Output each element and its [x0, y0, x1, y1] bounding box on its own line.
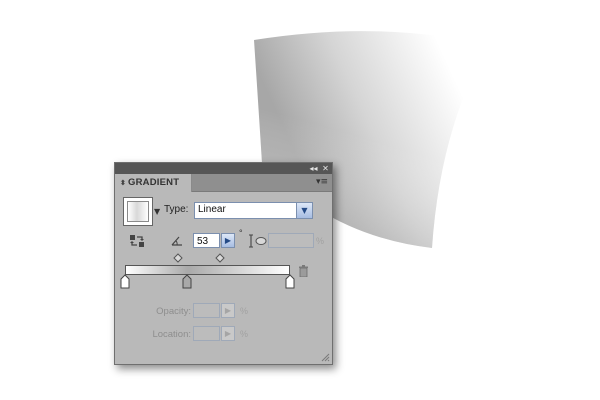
type-select-value: Linear — [198, 204, 226, 215]
close-icon[interactable]: ✕ — [320, 163, 331, 174]
gradient-slider[interactable] — [115, 251, 332, 291]
opacity-unit: % — [240, 306, 249, 316]
opacity-input[interactable] — [193, 303, 220, 318]
color-stop[interactable] — [285, 274, 295, 289]
gradient-swatch[interactable] — [123, 197, 153, 226]
panel-menu-icon[interactable]: ▾≡ — [316, 177, 328, 188]
type-select[interactable]: Linear ▼ — [194, 202, 313, 219]
resize-grip-icon[interactable] — [321, 353, 330, 362]
panel-tab-row: ⬍ GRADIENT ▾≡ — [115, 174, 332, 192]
tab-gradient[interactable]: ⬍ GRADIENT — [115, 174, 192, 192]
reverse-gradient-icon[interactable] — [129, 234, 145, 248]
degree-sign: ° — [239, 228, 243, 238]
trash-icon[interactable] — [299, 265, 308, 277]
type-label: Type: — [164, 204, 189, 215]
opacity-label: Opacity: — [156, 306, 191, 317]
aspect-unit: % — [316, 236, 325, 246]
angle-dropdown-icon[interactable]: ▶ — [221, 233, 235, 248]
angle-input[interactable]: 53 — [193, 233, 220, 248]
aspect-ratio-icon — [249, 234, 267, 248]
location-label: Location: — [152, 329, 191, 340]
opacity-dropdown-icon[interactable]: ▶ — [221, 303, 235, 318]
tab-gradient-label: GRADIENT — [128, 177, 180, 188]
aspect-ratio-input[interactable] — [268, 233, 314, 248]
angle-icon — [171, 236, 182, 246]
location-unit: % — [240, 329, 249, 339]
collapse-icon[interactable]: ◂◂ — [308, 163, 319, 174]
gradient-panel[interactable]: ◂◂ ✕ ⬍ GRADIENT ▾≡ ▼ Type: Linear ▼ 53 ▶ … — [114, 162, 333, 365]
swatch-dropdown-icon[interactable]: ▼ — [154, 208, 160, 216]
location-input[interactable] — [193, 326, 220, 341]
color-stop[interactable] — [182, 274, 192, 289]
panel-titlebar[interactable]: ◂◂ ✕ — [115, 163, 332, 174]
color-stop[interactable] — [120, 274, 130, 289]
tab-expand-arrows-icon: ⬍ — [119, 180, 127, 187]
chevron-down-icon[interactable]: ▼ — [296, 203, 312, 218]
location-dropdown-icon[interactable]: ▶ — [221, 326, 235, 341]
